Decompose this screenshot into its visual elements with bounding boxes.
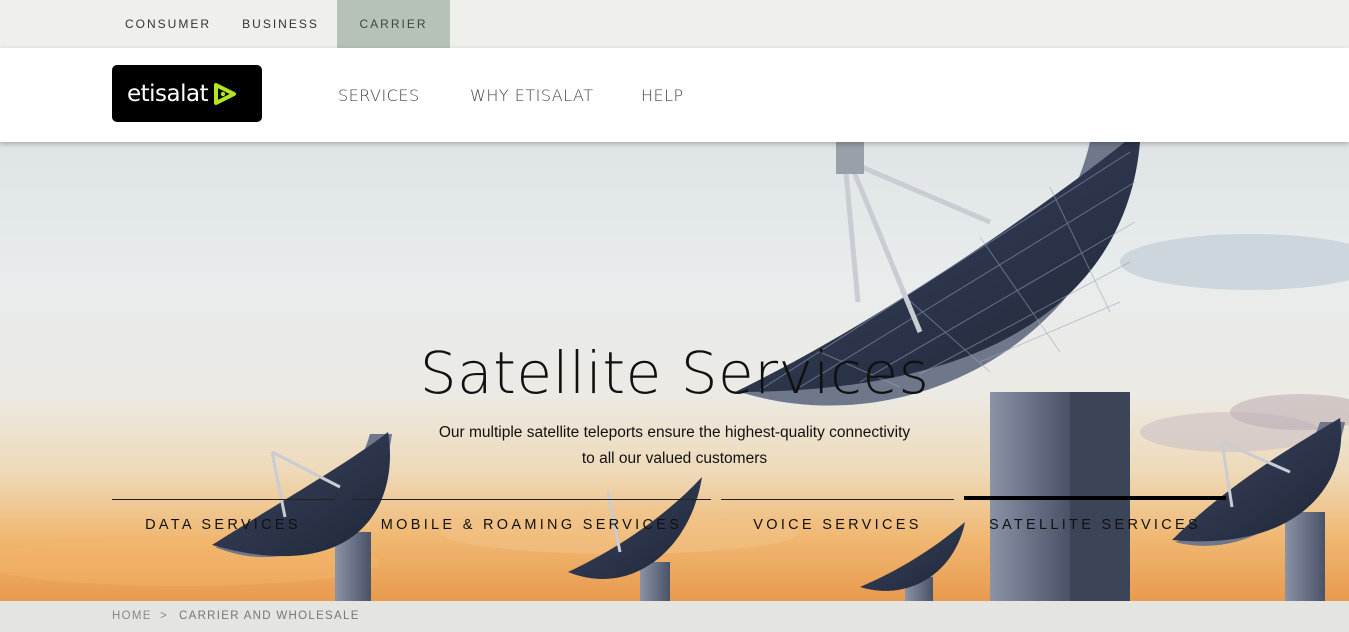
hero-title: Satellite Services	[419, 339, 930, 407]
main-header: etisalat SERVICES WHY ETISALAT HELP	[0, 48, 1349, 142]
hero-subtitle-line-1: Our multiple satellite teleports ensure …	[438, 424, 911, 441]
breadcrumb-home[interactable]: HOME	[112, 610, 152, 622]
segment-consumer[interactable]: CONSUMER	[112, 0, 224, 48]
nav-why-etisalat[interactable]: WHY ETISALAT	[470, 86, 593, 105]
service-tabs: DATA SERVICES MOBILE & ROAMING SERVICES …	[112, 496, 1238, 549]
logo-text: etisalat	[127, 80, 209, 107]
tab-satellite-services[interactable]: SATELLITE SERVICES	[964, 496, 1226, 549]
segment-business[interactable]: BUSINESS	[224, 0, 337, 48]
tab-voice-services[interactable]: VOICE SERVICES	[721, 499, 954, 549]
nav-help[interactable]: HELP	[641, 86, 684, 105]
hero-subtitle: Our multiple satellite teleports ensure …	[0, 420, 1349, 472]
hero-banner: Satellite Services Our multiple satellit…	[0, 142, 1349, 601]
breadcrumb-current: CARRIER AND WHOLESALE	[179, 610, 360, 622]
tab-mobile-roaming-services[interactable]: MOBILE & ROAMING SERVICES	[352, 499, 711, 549]
breadcrumb-separator: >	[160, 610, 169, 622]
breadcrumb: HOME > CARRIER AND WHOLESALE	[0, 601, 1349, 632]
segment-bar: CONSUMER BUSINESS CARRIER	[0, 0, 1349, 48]
segment-carrier[interactable]: CARRIER	[337, 0, 450, 48]
hero-subtitle-line-2: to all our valued customers	[581, 450, 768, 467]
logo-mark-icon	[214, 82, 237, 105]
nav-services[interactable]: SERVICES	[338, 86, 420, 105]
tab-data-services[interactable]: DATA SERVICES	[112, 499, 334, 549]
etisalat-logo[interactable]: etisalat	[112, 65, 262, 122]
